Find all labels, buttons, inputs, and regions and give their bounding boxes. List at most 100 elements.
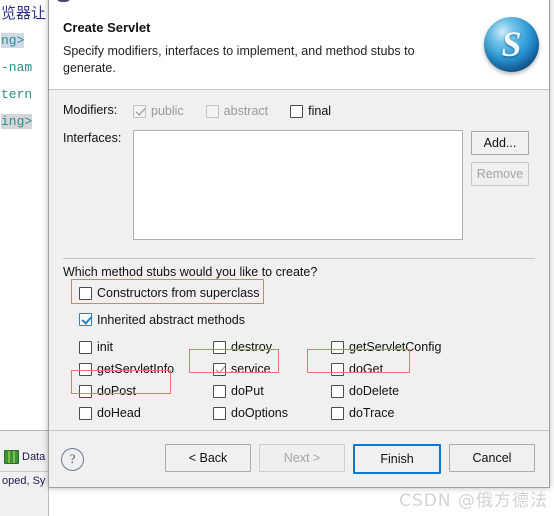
interfaces-list[interactable]: [133, 130, 463, 240]
page-title: Create Servlet: [63, 20, 151, 35]
checkbox-dooptions-box: [213, 406, 226, 420]
maximize-icon[interactable]: [461, 0, 505, 9]
interfaces-controls: Add... Remove: [133, 130, 529, 240]
back-button[interactable]: < Back: [165, 444, 251, 472]
page-description: Specify modifiers, interfaces to impleme…: [63, 44, 415, 75]
checkbox-dotrace-label: doTrace: [349, 406, 395, 420]
editor-pane[interactable]: 览器让 ng> -nam tern ing>: [0, 0, 49, 430]
checkbox-abstract-box: [205, 104, 219, 118]
checkbox-doput[interactable]: doPut: [213, 384, 331, 398]
modifiers-group: public abstract final: [133, 102, 331, 120]
checkbox-doget-box: [331, 362, 344, 376]
checkbox-dohead-box: [79, 406, 92, 420]
minimize-icon[interactable]: [417, 0, 461, 9]
data-source-tab[interactable]: Data: [0, 447, 45, 467]
checkbox-dopost-box: [79, 384, 92, 398]
checkbox-dotrace-box: [331, 406, 344, 420]
footer-buttons: < Back Next > Finish Cancel: [165, 444, 537, 474]
database-icon: [4, 450, 19, 464]
help-icon[interactable]: ?: [61, 447, 84, 471]
code-line: ng>: [0, 27, 48, 54]
checkbox-doget-label: doGet: [349, 362, 384, 376]
checkbox-inherited-abstract-methods-label: Inherited abstract methods: [97, 312, 245, 327]
checkbox-getservletconfig-label: getServletConfig: [349, 340, 442, 354]
checkbox-constructors-from-superclass-box: [79, 286, 92, 300]
interfaces-row: Interfaces: Add... Remove: [63, 130, 535, 240]
servlet-logo-letter: S: [501, 23, 522, 64]
checkbox-final-box: [290, 104, 304, 118]
dialog-footer: ? < Back Next > Finish Cancel: [49, 431, 549, 487]
constructors-row: Constructors from superclass: [63, 286, 535, 305]
checkbox-dohead[interactable]: doHead: [79, 406, 213, 420]
create-servlet-dialog: Create Servlet Create Servlet Specify mo…: [48, 0, 550, 488]
code-text: 览器让: [1, 5, 47, 22]
checkbox-public-label: public: [151, 104, 184, 118]
checkbox-service-label: service: [231, 362, 271, 376]
code-text: -nam: [1, 60, 33, 75]
checkbox-dohead-label: doHead: [97, 406, 141, 420]
dialog-titlebar[interactable]: Create Servlet: [49, 0, 549, 9]
code-text: tern: [1, 87, 33, 102]
status-text: oped, Sy: [2, 475, 46, 487]
checkbox-init-box: [79, 340, 92, 354]
checkbox-destroy-label: destroy: [231, 340, 272, 354]
panel-divider: [0, 471, 48, 472]
code-text: ing>: [1, 114, 33, 129]
method-stubs-question: Which method stubs would you like to cre…: [63, 265, 318, 279]
dialog-title: Create Servlet: [78, 0, 417, 1]
code-line: 览器让: [0, 0, 48, 27]
checkbox-dodelete-box: [331, 384, 344, 398]
modifiers-row: Modifiers: public abstract final: [63, 102, 535, 120]
checkbox-dodelete[interactable]: doDelete: [331, 384, 535, 398]
checkbox-inherited-abstract-methods[interactable]: Inherited abstract methods: [79, 313, 245, 327]
servlet-logo-icon: S: [484, 17, 539, 72]
checkbox-init[interactable]: init: [79, 340, 213, 354]
method-stub-grid: init destroy getServletConfig getServlet…: [63, 340, 535, 420]
checkbox-dodelete-label: doDelete: [349, 384, 400, 398]
checkbox-constructors-from-superclass[interactable]: Constructors from superclass: [79, 286, 260, 300]
modifiers-label: Modifiers:: [63, 103, 118, 117]
watermark: CSDN @俄方德法: [399, 491, 548, 511]
checkbox-final-label: final: [308, 104, 332, 118]
add-interface-button[interactable]: Add...: [471, 131, 529, 155]
bottom-panel: Data oped, Sy: [0, 430, 49, 516]
checkbox-dooptions-label: doOptions: [231, 406, 288, 420]
code-text: ng>: [1, 33, 25, 48]
checkbox-doput-label: doPut: [231, 384, 264, 398]
checkbox-abstract[interactable]: abstract: [205, 104, 269, 118]
checkbox-destroy-box: [213, 340, 226, 354]
checkbox-public-box: [133, 104, 146, 118]
checkbox-doget[interactable]: doGet: [331, 362, 535, 376]
checkbox-getservletinfo-label: getServletInfo: [97, 362, 175, 376]
checkbox-inherited-abstract-methods-box: [79, 313, 92, 326]
checkbox-abstract-label: abstract: [223, 104, 269, 118]
dialog-body: Modifiers: public abstract final Interfa…: [49, 90, 549, 430]
dialog-header: Create Servlet Specify modifiers, interf…: [49, 9, 549, 89]
checkbox-getservletconfig-box: [331, 340, 344, 354]
checkbox-dopost-label: doPost: [97, 384, 136, 398]
checkbox-constructors-from-superclass-label: Constructors from superclass: [97, 286, 260, 300]
checkbox-getservletinfo[interactable]: getServletInfo: [79, 362, 213, 376]
checkbox-service[interactable]: service: [213, 362, 331, 376]
checkbox-init-label: init: [97, 340, 113, 354]
interfaces-label: Interfaces:: [63, 131, 122, 145]
close-icon[interactable]: [505, 0, 549, 9]
servlet-wizard-icon: [55, 0, 72, 2]
cancel-button[interactable]: Cancel: [449, 444, 535, 472]
checkbox-service-box: [213, 362, 226, 376]
checkbox-getservletconfig[interactable]: getServletConfig: [331, 340, 535, 354]
section-divider: [63, 258, 535, 259]
checkbox-destroy[interactable]: destroy: [213, 340, 331, 354]
checkbox-dooptions[interactable]: doOptions: [213, 406, 331, 420]
inherited-row: Inherited abstract methods: [63, 313, 535, 332]
remove-interface-button: Remove: [471, 162, 529, 186]
checkbox-public[interactable]: public: [133, 104, 184, 118]
next-button: Next >: [259, 444, 345, 472]
code-line: -nam: [0, 54, 48, 81]
finish-button[interactable]: Finish: [353, 444, 441, 474]
checkbox-dotrace[interactable]: doTrace: [331, 406, 535, 420]
checkbox-final[interactable]: final: [290, 104, 331, 118]
checkbox-getservletinfo-box: [79, 362, 92, 376]
code-line: ing>: [0, 108, 48, 135]
checkbox-dopost[interactable]: doPost: [79, 384, 213, 398]
